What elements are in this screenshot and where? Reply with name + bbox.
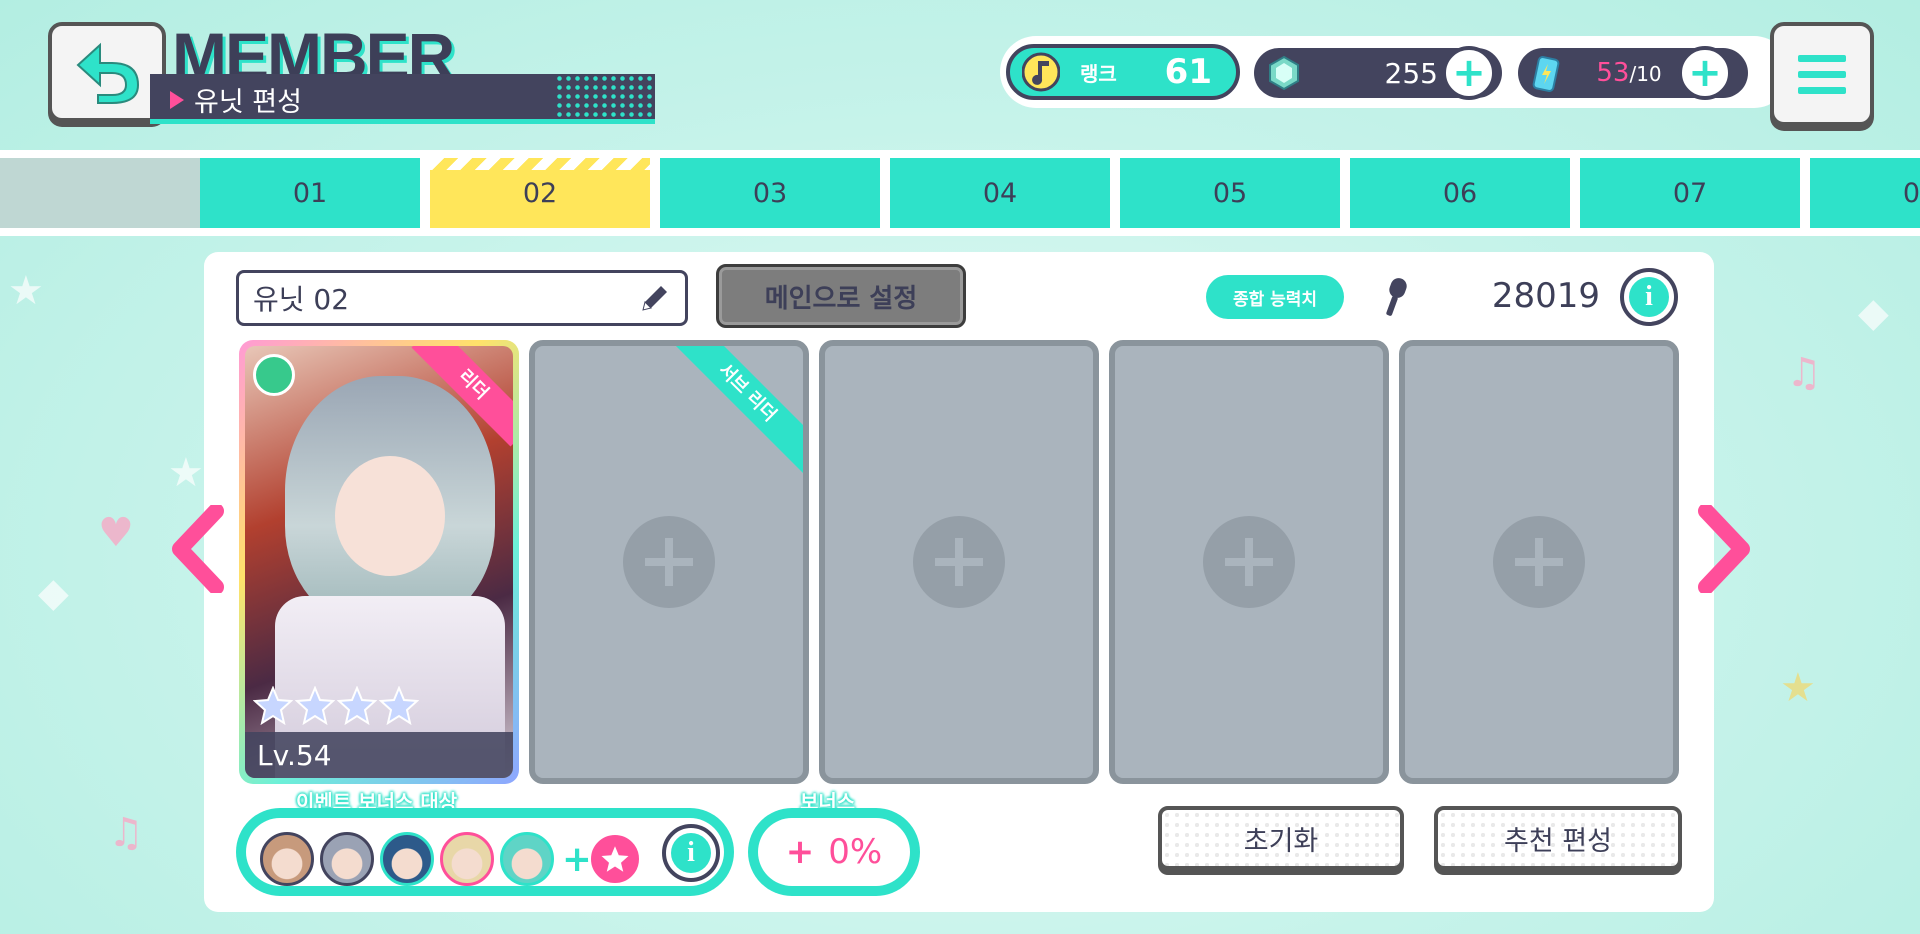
rank-value: 61 xyxy=(1164,52,1212,92)
pencil-icon xyxy=(642,286,667,311)
recommend-formation-button[interactable]: 추천 편성 xyxy=(1434,806,1682,870)
tab-unit-01[interactable]: 01 xyxy=(200,158,420,228)
info-icon: i xyxy=(1629,277,1669,317)
add-crystal-button[interactable]: + xyxy=(1442,46,1496,100)
sub-leader-slot[interactable]: 서브 리더 xyxy=(529,340,809,784)
add-member-icon xyxy=(1203,516,1295,608)
bonus-display: + 0% xyxy=(748,808,920,896)
star-icon xyxy=(295,686,335,726)
title-dots-decoration xyxy=(555,74,655,119)
tab-unit-02[interactable]: 02 xyxy=(430,158,650,228)
menu-button[interactable] xyxy=(1770,22,1874,126)
unit-name-field[interactable]: 유닛 02 xyxy=(236,270,688,326)
plus-icon: + xyxy=(785,832,815,872)
attribute-icon xyxy=(253,354,295,396)
subtitle-bar: 유닛 편성 xyxy=(150,74,655,124)
tab-unit-07[interactable]: 07 xyxy=(1580,158,1800,228)
reset-button[interactable]: 초기화 xyxy=(1158,806,1404,870)
event-info-button[interactable]: i xyxy=(662,824,720,882)
back-arrow-icon xyxy=(76,42,140,104)
menu-line xyxy=(1798,54,1846,62)
member-slot-5[interactable] xyxy=(1399,340,1679,784)
energy-drink-icon xyxy=(1532,56,1560,92)
back-button[interactable] xyxy=(48,22,166,122)
rank-label: 랭크 xyxy=(1080,61,1117,86)
rank-display: 랭크 61 xyxy=(1006,44,1240,100)
tab-unit-06[interactable]: 06 xyxy=(1350,158,1570,228)
add-member-icon xyxy=(623,516,715,608)
event-bonus-characters[interactable]: + xyxy=(236,808,734,896)
microphone-icon xyxy=(1386,278,1407,316)
menu-line xyxy=(1798,70,1846,78)
ability-info-button[interactable]: i xyxy=(1620,268,1678,326)
background-note-icon: ♫ xyxy=(1786,350,1822,396)
background-star-icon: ★ xyxy=(168,450,204,496)
subtitle-text: 유닛 편성 xyxy=(194,87,302,118)
star-icon xyxy=(337,686,377,726)
member-slot-3[interactable] xyxy=(819,340,1099,784)
add-member-icon xyxy=(913,516,1005,608)
background-heart-icon: ♥ xyxy=(98,510,134,556)
bonus-value: 0% xyxy=(828,832,883,872)
unit-name-text: 유닛 02 xyxy=(253,283,350,316)
star-badge-icon xyxy=(588,832,642,886)
sub-leader-ribbon: 서브 리더 xyxy=(664,346,803,476)
background-diamond-icon: ◆ xyxy=(38,570,69,616)
tab-prev[interactable] xyxy=(0,158,200,228)
prev-unit-arrow-icon[interactable] xyxy=(168,505,228,593)
unit-tabs: 01 02 03 04 05 06 07 0 xyxy=(0,150,1920,236)
menu-line xyxy=(1798,86,1846,94)
add-member-icon xyxy=(1493,516,1585,608)
background-note-icon: ♫ xyxy=(108,810,144,856)
add-energy-button[interactable]: + xyxy=(1678,46,1732,100)
page-title: MEMBER 유닛 편성 xyxy=(150,18,670,128)
triangle-icon xyxy=(170,90,184,109)
character-avatar xyxy=(440,832,494,886)
total-ability-badge: 종합 능력치 xyxy=(1206,275,1344,319)
background-diamond-icon: ◆ xyxy=(1858,290,1889,336)
tab-unit-04[interactable]: 04 xyxy=(890,158,1110,228)
leader-card[interactable]: 리더 Lv.54 xyxy=(239,340,519,784)
total-ability-value: 28019 xyxy=(1491,276,1600,316)
background-star-icon: ★ xyxy=(8,268,44,314)
tab-unit-03[interactable]: 03 xyxy=(660,158,880,228)
music-note-icon xyxy=(1022,52,1060,92)
card-artwork: 리더 Lv.54 xyxy=(245,346,513,778)
energy-max: /10 xyxy=(1629,62,1662,86)
character-avatar xyxy=(380,832,434,886)
info-icon: i xyxy=(671,833,711,873)
star-icon xyxy=(379,686,419,726)
character-avatar xyxy=(260,832,314,886)
star-icon xyxy=(253,686,293,726)
energy-current: 53 xyxy=(1596,58,1630,88)
character-avatar xyxy=(320,832,374,886)
card-level: Lv.54 xyxy=(245,732,513,778)
tab-unit-05[interactable]: 05 xyxy=(1120,158,1340,228)
background-star-icon: ★ xyxy=(1780,665,1816,711)
next-unit-arrow-icon[interactable] xyxy=(1694,505,1754,593)
character-avatar xyxy=(500,832,554,886)
set-main-button[interactable]: 메인으로 설정 xyxy=(716,264,966,328)
character-face xyxy=(335,456,445,576)
member-slot-4[interactable] xyxy=(1109,340,1389,784)
tab-unit-08[interactable]: 0 xyxy=(1810,158,1920,228)
crystal-icon xyxy=(1269,55,1299,91)
rarity-stars xyxy=(253,686,419,726)
